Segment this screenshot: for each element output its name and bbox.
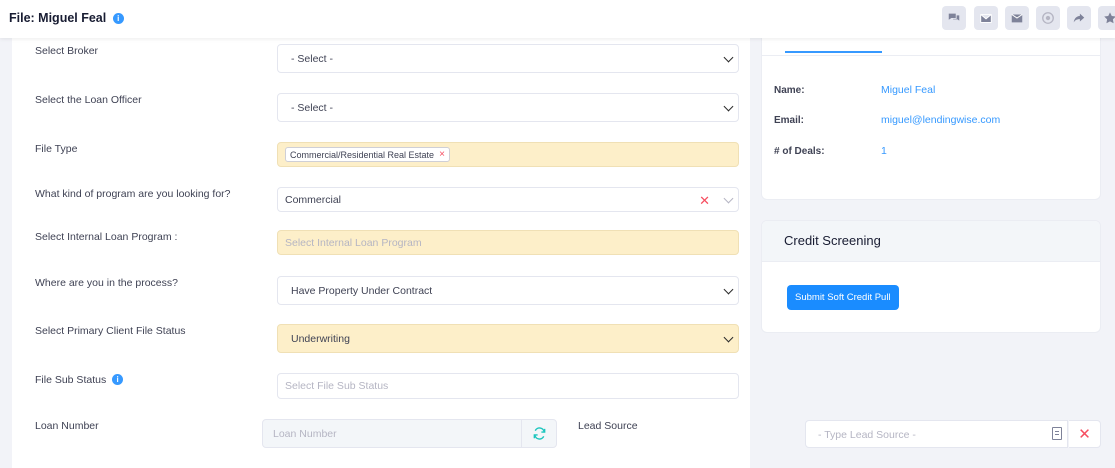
star-icon [1104,12,1115,24]
email-button[interactable] [974,6,998,30]
credit-screening-card: Credit Screening Submit Soft Credit Pull [761,220,1101,333]
program-label: What kind of program are you looking for… [35,188,231,200]
internal-program-label: Select Internal Loan Program : [35,231,178,243]
loan-number-label: Loan Number [35,420,99,432]
document-icon [1052,427,1062,440]
chevron-down-icon [723,284,734,294]
refresh-button[interactable] [521,420,556,447]
clear-icon[interactable]: ✕ [699,193,710,209]
loan-number-input[interactable]: Loan Number [262,419,557,448]
sub-status-label: File Sub Status i [35,374,124,386]
lead-source-label: Lead Source [578,420,638,432]
file-type-multiselect[interactable]: Commercial/Residential Real Estate × [277,142,739,167]
loan-number-placeholder: Loan Number [273,428,337,440]
sub-status-select[interactable]: Select File Sub Status [277,373,739,399]
deals-count: 1 [881,145,887,157]
borrower-info-card: Name: Miguel Feal Email: miguel@lendingw… [761,38,1101,200]
chevron-down-icon [723,52,734,62]
loan-officer-label: Select the Loan Officer [35,94,142,106]
target-button[interactable] [1036,6,1060,30]
envelope-icon [980,14,992,23]
borrower-name: Miguel Feal [881,84,936,96]
process-label: Where are you in the process? [35,277,178,289]
loan-officer-select-value: - Select - [291,101,334,114]
active-tab-indicator [785,51,882,53]
lead-source-input[interactable]: - Type Lead Source - [805,420,1068,448]
page-title: File: Miguel Feal i [9,11,124,25]
chevron-down-icon [723,332,734,342]
lead-source-placeholder: - Type Lead Source - [818,429,916,441]
chevron-down-icon [723,101,734,111]
soft-credit-pull-button[interactable]: Submit Soft Credit Pull [787,285,899,310]
program-select-value: Commercial [285,193,342,206]
file-type-tag: Commercial/Residential Real Estate × [285,147,450,162]
client-status-label: Select Primary Client File Status [35,325,186,337]
share-icon [1073,13,1085,23]
internal-program-placeholder: Select Internal Loan Program [285,236,422,249]
share-button[interactable] [1067,6,1091,30]
broker-label: Select Broker [35,45,99,57]
chevron-down-icon[interactable] [723,193,734,203]
star-button[interactable] [1098,6,1115,30]
sub-status-placeholder: Select File Sub Status [285,380,389,392]
borrower-email[interactable]: miguel@lendingwise.com [881,114,1000,126]
refresh-icon [533,427,545,440]
deals-label: # of Deals: [774,146,825,157]
top-bar: File: Miguel Feal i [0,0,1115,38]
broker-select[interactable]: - Select - [277,44,739,73]
email-open-button[interactable] [1005,6,1029,30]
credit-card-title: Credit Screening [784,233,881,248]
client-status-select[interactable]: Underwriting [277,324,739,353]
tag-remove-icon[interactable]: × [439,149,445,160]
program-select[interactable]: Commercial ✕ [277,187,739,212]
target-icon [1042,12,1054,24]
client-status-select-value: Underwriting [291,332,350,345]
process-select[interactable]: Have Property Under Contract [277,276,739,305]
info-icon[interactable]: i [112,13,124,24]
chat-icon [948,13,960,21]
name-label: Name: [774,85,805,96]
lead-source-clear-button[interactable]: ✕ [1069,420,1101,448]
file-type-label: File Type [35,143,78,155]
info-icon[interactable]: i [112,374,124,385]
chat-button[interactable] [942,6,966,30]
card-divider [762,55,1100,56]
process-select-value: Have Property Under Contract [291,284,433,297]
credit-card-header: Credit Screening [762,221,1100,262]
internal-program-select[interactable]: Select Internal Loan Program [277,230,739,255]
loan-officer-select[interactable]: - Select - [277,93,739,122]
broker-select-value: - Select - [291,52,334,65]
email-label: Email: [774,115,805,126]
envelope-open-icon [1011,14,1023,23]
